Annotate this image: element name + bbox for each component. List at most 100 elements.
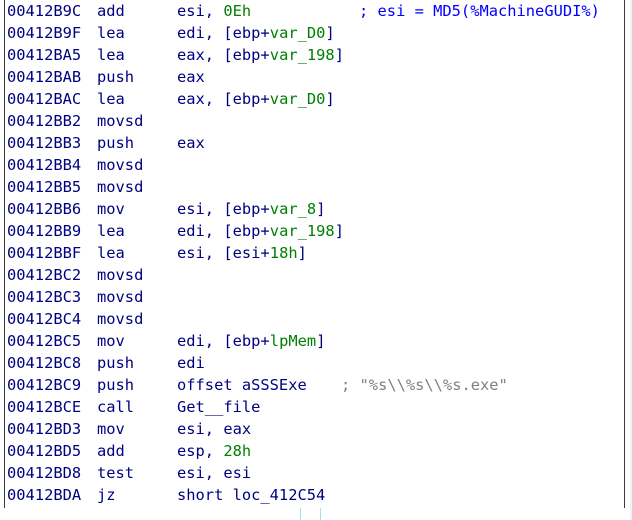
asm-mnemonic[interactable]: movsd [97, 176, 143, 198]
asm-operand[interactable]: esi, [177, 0, 223, 22]
asm-address[interactable]: 00412BAB [7, 66, 81, 88]
asm-line[interactable]: 00412BB5 movsd [5, 176, 624, 198]
asm-line[interactable]: 00412BC2 movsd [5, 264, 624, 286]
asm-operand[interactable]: ] [298, 242, 307, 264]
asm-line[interactable]: 00412BAC lea eax, [ebp+ var_D0] [5, 88, 624, 110]
asm-address[interactable]: 00412B9F [7, 22, 81, 44]
asm-address[interactable]: 00412BB3 [7, 132, 81, 154]
asm-address[interactable]: 00412BD8 [7, 462, 81, 484]
asm-line[interactable]: 00412BB3 push eax [5, 132, 624, 154]
asm-line[interactable]: 00412BCE call Get__file [5, 396, 624, 418]
asm-address[interactable]: 00412BB5 [7, 176, 81, 198]
asm-mnemonic[interactable]: movsd [97, 110, 143, 132]
asm-address[interactable]: 00412BC9 [7, 374, 81, 396]
asm-line[interactable]: 00412BB4 movsd [5, 154, 624, 176]
asm-address[interactable]: 00412BA5 [7, 44, 81, 66]
asm-line[interactable]: 00412BC3 movsd [5, 286, 624, 308]
asm-line[interactable]: 00412BBF lea esi, [esi+ 18h] [5, 242, 624, 264]
asm-address[interactable]: 00412BBF [7, 242, 81, 264]
asm-operand[interactable]: esi, [ebp+ [177, 198, 270, 220]
asm-line[interactable]: 00412BC4 movsd [5, 308, 624, 330]
asm-mnemonic[interactable]: call [97, 396, 134, 418]
asm-line[interactable]: 00412B9F lea edi, [ebp+ var_D0] [5, 22, 624, 44]
asm-operand[interactable]: eax [177, 132, 205, 154]
asm-address[interactable]: 00412BC3 [7, 286, 81, 308]
asm-address[interactable]: 00412BAC [7, 88, 81, 110]
asm-operand[interactable]: offset aSSSExe [177, 374, 307, 396]
asm-line[interactable]: 00412BD8 test esi, esi [5, 462, 624, 484]
disassembly-listing[interactable]: 00412B9C add esi, 0Eh ; esi = MD5(%MachineG… [4, 0, 625, 509]
asm-operand-variable[interactable]: var_D0 [270, 88, 326, 110]
asm-operand[interactable]: ] [325, 22, 334, 44]
asm-mnemonic[interactable]: lea [97, 88, 125, 110]
asm-mnemonic[interactable]: push [97, 66, 134, 88]
asm-address[interactable]: 00412BDA [7, 484, 81, 506]
asm-line[interactable]: 00412BC8 push edi [5, 352, 624, 374]
asm-line[interactable]: 00412B9C add esi, 0Eh ; esi = MD5(%MachineG… [5, 0, 624, 22]
asm-operand-variable[interactable]: lpMem [270, 330, 316, 352]
asm-mnemonic[interactable]: jz [97, 484, 116, 506]
asm-operand[interactable]: edi, [ebp+ [177, 22, 270, 44]
asm-address[interactable]: 00412BD5 [7, 440, 81, 462]
asm-operand-variable[interactable]: var_8 [270, 198, 316, 220]
asm-operand[interactable]: eax [177, 66, 205, 88]
asm-operand[interactable]: ] [316, 330, 325, 352]
asm-operand-variable[interactable]: var_198 [270, 220, 335, 242]
asm-address[interactable]: 00412BC2 [7, 264, 81, 286]
asm-operand-constant[interactable]: 0Eh [223, 0, 251, 22]
asm-operand[interactable]: edi, [ebp+ [177, 220, 270, 242]
asm-operand[interactable]: ] [335, 44, 344, 66]
asm-operand[interactable]: eax, [ebp+ [177, 88, 270, 110]
asm-operand-variable[interactable]: var_198 [270, 44, 335, 66]
asm-mnemonic[interactable]: movsd [97, 154, 143, 176]
asm-mnemonic[interactable]: movsd [97, 308, 143, 330]
asm-line[interactable]: 00412BB2 movsd [5, 110, 624, 132]
asm-operand[interactable]: ] [316, 198, 325, 220]
asm-mnemonic[interactable]: lea [97, 22, 125, 44]
asm-mnemonic[interactable]: push [97, 352, 134, 374]
asm-operand[interactable]: eax, [ebp+ [177, 44, 270, 66]
asm-mnemonic[interactable]: push [97, 132, 134, 154]
asm-line[interactable]: 00412BD3 mov esi, eax [5, 418, 624, 440]
asm-address[interactable]: 00412BC5 [7, 330, 81, 352]
asm-address[interactable]: 00412BB2 [7, 110, 81, 132]
asm-address[interactable]: 00412BB6 [7, 198, 81, 220]
asm-line[interactable]: 00412BB9 lea edi, [ebp+ var_198] [5, 220, 624, 242]
asm-address[interactable]: 00412BD3 [7, 418, 81, 440]
asm-line[interactable]: 00412BC5 mov edi, [ebp+ lpMem] [5, 330, 624, 352]
asm-operand[interactable]: ] [335, 220, 344, 242]
asm-operand-variable[interactable]: var_D0 [270, 22, 326, 44]
asm-mnemonic[interactable]: movsd [97, 264, 143, 286]
asm-address[interactable]: 00412BC4 [7, 308, 81, 330]
asm-operand[interactable]: edi [177, 352, 205, 374]
asm-line[interactable]: 00412BAB push eax [5, 66, 624, 88]
asm-mnemonic[interactable]: lea [97, 242, 125, 264]
asm-address[interactable]: 00412BCE [7, 396, 81, 418]
asm-address[interactable]: 00412BC8 [7, 352, 81, 374]
asm-line[interactable]: 00412BD5 add esp, 28h [5, 440, 624, 462]
asm-operand[interactable]: edi, [ebp+ [177, 330, 270, 352]
asm-address[interactable]: 00412B9C [7, 0, 81, 22]
asm-mnemonic[interactable]: movsd [97, 286, 143, 308]
asm-mnemonic[interactable]: test [97, 462, 134, 484]
asm-mnemonic[interactable]: mov [97, 330, 125, 352]
asm-operand[interactable]: Get__file [177, 396, 260, 418]
asm-address[interactable]: 00412BB9 [7, 220, 81, 242]
asm-operand[interactable]: esi, [esi+ [177, 242, 270, 264]
asm-mnemonic[interactable]: lea [97, 44, 125, 66]
asm-mnemonic[interactable]: add [97, 440, 125, 462]
asm-line[interactable]: 00412BC9 push offset aSSSExe ; "%s\\%s\\%s.… [5, 374, 624, 396]
asm-operand[interactable]: ] [325, 88, 334, 110]
asm-operand[interactable]: esp, [177, 440, 223, 462]
asm-address[interactable]: 00412BB4 [7, 154, 81, 176]
asm-mnemonic[interactable]: mov [97, 418, 125, 440]
asm-line[interactable]: 00412BB6 mov esi, [ebp+ var_8] [5, 198, 624, 220]
asm-operand[interactable]: esi, esi [177, 462, 251, 484]
asm-operand-constant[interactable]: 28h [223, 440, 251, 462]
asm-operand[interactable]: esi, eax [177, 418, 251, 440]
asm-mnemonic[interactable]: push [97, 374, 134, 396]
asm-line[interactable]: 00412BDA jz short loc_412C54 [5, 484, 624, 506]
asm-operand[interactable]: short loc_412C54 [177, 484, 325, 506]
asm-mnemonic[interactable]: mov [97, 198, 125, 220]
asm-mnemonic[interactable]: add [97, 0, 125, 22]
